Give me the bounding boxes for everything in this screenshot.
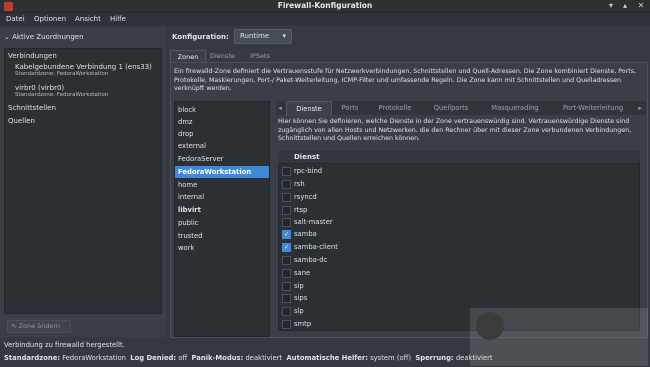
zone-item-fedoraserver[interactable]: FedoraServer: [175, 153, 269, 165]
status-log-denied-value: off: [178, 354, 188, 362]
maximize-icon[interactable]: ▴: [620, 1, 630, 11]
tab-scroll-left-icon[interactable]: ◂: [276, 101, 284, 115]
tree-interfaces[interactable]: Schnittstellen: [8, 104, 56, 112]
service-checkbox-checked[interactable]: ✓: [282, 230, 291, 239]
tab-zone-masquerading[interactable]: Masquerading: [480, 101, 550, 115]
service-checkbox[interactable]: [282, 206, 291, 215]
bindings-tree: Verbindungen Kabelgebundene Verbindung 1…: [4, 48, 162, 314]
tree-connection-ens33[interactable]: Kabelgebundene Verbindung 1 (ens33): [15, 63, 152, 71]
tab-zone-ports[interactable]: Ports: [332, 101, 368, 115]
zone-item-work[interactable]: work: [175, 242, 269, 254]
menu-ansicht[interactable]: Ansicht: [75, 15, 101, 23]
tab-zone-protocols[interactable]: Protokolle: [370, 101, 420, 115]
zone-description: Ein firewalld-Zone definiert die Vertrau…: [174, 68, 636, 92]
status-lockdown-label: Sperrung:: [415, 354, 454, 362]
service-checkbox[interactable]: [282, 167, 291, 176]
tab-zone-source-ports[interactable]: Quellports: [424, 101, 478, 115]
zone-item-home[interactable]: home: [175, 179, 269, 191]
service-checkbox[interactable]: [282, 269, 291, 278]
menu-hilfe[interactable]: Hilfe: [110, 15, 126, 23]
zone-item-public[interactable]: public: [175, 217, 269, 229]
status-message: Verbindung zu firewalld hergestellt.: [4, 341, 125, 349]
active-bindings-header[interactable]: ⌄ Aktive Zuordnungen: [4, 33, 84, 41]
status-summary: Standardzone: FedoraWorkstation Log Deni…: [4, 354, 493, 362]
status-helpers-value: system (off): [370, 354, 411, 362]
menu-datei[interactable]: Datei: [6, 15, 25, 23]
tab-ipsets[interactable]: IPSets: [250, 52, 270, 60]
watermark-logo-icon: [476, 312, 504, 340]
service-checkbox[interactable]: [282, 307, 291, 316]
chevron-down-icon: ⌄: [4, 33, 10, 41]
status-helpers-label: Automatische Helfer:: [286, 354, 368, 362]
close-icon[interactable]: ✕: [636, 1, 646, 11]
tree-connections[interactable]: Verbindungen: [8, 52, 57, 60]
status-default-zone-value: FedoraWorkstation: [62, 354, 126, 362]
service-checkbox[interactable]: [282, 180, 291, 189]
status-default-zone-label: Standardzone:: [4, 354, 61, 362]
status-log-denied-label: Log Denied:: [130, 354, 177, 362]
service-checkbox[interactable]: [282, 294, 291, 303]
service-checkbox[interactable]: [282, 256, 291, 265]
zone-item-internal[interactable]: internal: [175, 191, 269, 203]
configuration-select[interactable]: Runtime ▾: [234, 29, 292, 44]
zone-item-dmz[interactable]: dmz: [175, 116, 269, 128]
minimize-icon[interactable]: ▾: [606, 1, 616, 11]
change-zone-button[interactable]: ✎ Zone ändern: [7, 320, 71, 333]
tab-scroll-right-icon[interactable]: ▸: [636, 101, 644, 115]
service-checkbox[interactable]: [282, 320, 291, 329]
tree-sources[interactable]: Quellen: [8, 117, 35, 125]
zone-settings-tabs: ◂ Dienste Ports Protokolle Quellports Ma…: [276, 101, 646, 116]
zone-item-drop[interactable]: drop: [175, 128, 269, 140]
tree-connection-virbr0[interactable]: virbr0 (virbr0): [15, 84, 64, 92]
zone-item-fedoraworkstation[interactable]: FedoraWorkstation: [175, 166, 269, 178]
tab-services[interactable]: Dienste: [210, 52, 235, 60]
dropdown-arrow-icon: ▾: [282, 32, 286, 40]
service-checkbox[interactable]: [282, 218, 291, 227]
service-checkbox[interactable]: [282, 282, 291, 291]
tab-zone-port-forwarding[interactable]: Port-Weiterleitung: [552, 101, 634, 115]
tree-connection-virbr0-zone: Standardzone: FedoraWorkstation: [15, 92, 109, 98]
zone-change-icon: ✎: [11, 322, 17, 330]
status-panic-value: deaktiviert: [245, 354, 283, 362]
zone-item-block[interactable]: block: [175, 104, 269, 116]
status-panic-label: Panik-Modus:: [191, 354, 244, 362]
services-list-header[interactable]: Dienst: [278, 151, 640, 164]
service-checkbox-checked[interactable]: ✓: [282, 243, 291, 252]
window-title: Firewall-Konfiguration: [277, 1, 373, 10]
zone-list: block dmz drop external FedoraServer Fed…: [174, 101, 270, 337]
service-checkbox[interactable]: [282, 193, 291, 202]
menu-optionen[interactable]: Optionen: [34, 15, 66, 23]
zone-item-external[interactable]: external: [175, 140, 269, 152]
zone-item-libvirt[interactable]: libvirt: [175, 204, 269, 216]
tab-zone-services[interactable]: Dienste: [286, 101, 332, 116]
tree-connection-ens33-zone: Standardzone: FedoraWorkstation: [15, 71, 109, 77]
menu-bar: Datei Optionen Ansicht Hilfe: [0, 13, 650, 26]
configuration-label: Konfiguration:: [172, 33, 229, 41]
zone-item-trusted[interactable]: trusted: [175, 230, 269, 242]
services-description: Hier können Sie definieren, welche Diens…: [278, 118, 632, 142]
